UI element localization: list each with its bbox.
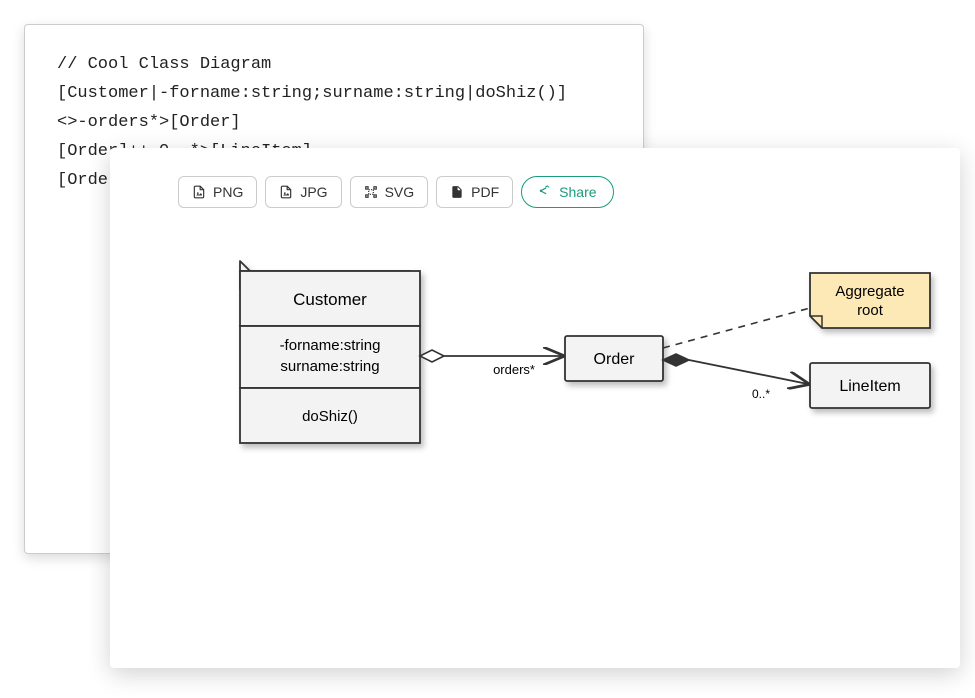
- edge-multiplicity: 0..*: [752, 387, 770, 401]
- export-toolbar: PNG JPG SVG PDF Share: [110, 148, 960, 208]
- diagram-preview-panel: PNG JPG SVG PDF Share: [110, 148, 960, 668]
- button-label: PNG: [213, 184, 243, 200]
- button-label: SVG: [385, 184, 415, 200]
- button-label: PDF: [471, 184, 499, 200]
- note-text: root: [857, 302, 884, 319]
- note-text: Aggregate: [835, 283, 904, 300]
- code-line: <>-orders*>[Order]: [57, 109, 611, 138]
- edge-label: orders*: [493, 362, 535, 377]
- vector-icon: [364, 185, 378, 199]
- share-button[interactable]: Share: [521, 176, 613, 208]
- class-customer: Customer -forname:string surname:string …: [240, 261, 420, 443]
- button-label: JPG: [300, 184, 327, 200]
- export-jpg-button[interactable]: JPG: [265, 176, 341, 208]
- class-method: doShiz(): [302, 408, 358, 425]
- edge-order-lineitem: 0..*: [663, 354, 808, 401]
- code-line: // Cool Class Diagram: [57, 51, 611, 80]
- export-svg-button[interactable]: SVG: [350, 176, 429, 208]
- code-line: [Customer|-forname:string;surname:string…: [57, 80, 611, 109]
- class-title: Order: [594, 351, 636, 368]
- class-title: LineItem: [839, 378, 900, 395]
- class-attribute: surname:string: [280, 358, 379, 375]
- file-icon: [450, 185, 464, 199]
- class-title: Customer: [293, 290, 367, 309]
- note-aggregate-root: Aggregate root: [810, 273, 930, 328]
- uml-class-diagram: Customer -forname:string surname:string …: [110, 248, 960, 668]
- edge-order-note: [663, 308, 810, 348]
- class-attribute: -forname:string: [280, 337, 381, 354]
- export-pdf-button[interactable]: PDF: [436, 176, 513, 208]
- share-icon: [538, 185, 552, 199]
- export-png-button[interactable]: PNG: [178, 176, 257, 208]
- class-order: Order: [565, 336, 663, 381]
- file-icon: [279, 185, 293, 199]
- file-icon: [192, 185, 206, 199]
- class-lineitem: LineItem: [810, 363, 930, 408]
- edge-customer-order: orders*: [420, 350, 563, 377]
- button-label: Share: [559, 184, 596, 200]
